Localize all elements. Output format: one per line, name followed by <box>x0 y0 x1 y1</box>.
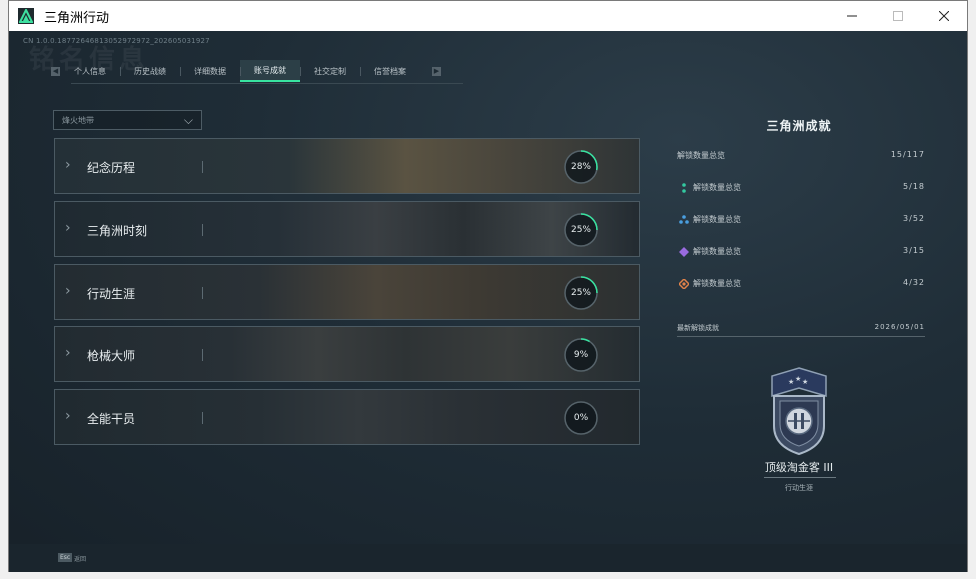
svg-text:★: ★ <box>802 378 808 386</box>
chevron-right-icon: › <box>65 283 71 299</box>
badge-category: 行动生涯 <box>785 484 813 492</box>
latest-unlock-header: 最新解锁成就 2026/05/01 <box>677 323 925 333</box>
total-unlock-row: 解锁数量总览 15/117 <box>677 150 925 164</box>
back-label[interactable]: 返回 <box>74 554 86 563</box>
category-background-image <box>55 327 639 381</box>
achievement-badge-icon[interactable]: ★ ★ ★ <box>766 366 832 456</box>
divider <box>202 349 203 361</box>
category-name: 纪念历程 <box>87 161 136 175</box>
category-background-image <box>55 265 639 319</box>
title-bar[interactable]: 三角洲行动 <box>9 1 967 31</box>
category-row[interactable]: › 全能干员 0% <box>54 389 640 445</box>
minimize-button[interactable] <box>829 1 875 31</box>
close-button[interactable] <box>921 1 967 31</box>
app-window: 三角洲行动 铭名信息 CN 1.0.0.18772646813052972972… <box>8 0 968 572</box>
category-background-image <box>55 390 639 444</box>
chevron-right-icon: › <box>65 157 71 173</box>
divider <box>677 336 925 337</box>
category-row[interactable]: › 行动生涯 25% <box>54 264 640 320</box>
latest-label: 最新解锁成就 <box>677 324 719 332</box>
chevron-right-icon: › <box>65 345 71 361</box>
tab-social[interactable]: 社交定制 <box>300 60 360 82</box>
badge-name: 顶级淘金客 III <box>764 461 834 474</box>
tier-unlock-row: 解锁数量总览 3/52 <box>677 214 925 228</box>
svg-text:★: ★ <box>795 375 801 383</box>
tab-prev-icon[interactable]: ◀ <box>51 66 60 76</box>
client-id-text: CN 1.0.0.18772646813052972972_2026050319… <box>23 37 210 45</box>
stat-value: 5/18 <box>903 182 925 191</box>
divider <box>202 224 203 236</box>
progress-percent: 28% <box>570 162 591 172</box>
tab-achievements[interactable]: 账号成就 <box>240 60 300 82</box>
svg-text:★: ★ <box>788 378 794 386</box>
stat-label: 解锁数量总览 <box>693 279 741 288</box>
game-view: 铭名信息 CN 1.0.0.18772646813052972972_20260… <box>9 31 967 572</box>
divider <box>202 287 203 299</box>
progress-percent: 9% <box>573 350 589 360</box>
progress-percent: 25% <box>570 225 591 235</box>
mode-dropdown-value: 烽火地带 <box>62 115 94 125</box>
stat-label: 解锁数量总览 <box>693 215 741 224</box>
tab-underline <box>71 83 463 84</box>
category-row[interactable]: › 三角洲时刻 25% <box>54 201 640 257</box>
progress-percent: 25% <box>570 288 591 298</box>
stat-label: 解锁数量总览 <box>693 183 741 192</box>
category-row[interactable]: › 纪念历程 28% <box>54 138 640 194</box>
chevron-down-icon: ⌵ <box>183 113 193 127</box>
progress-percent: 0% <box>573 413 589 423</box>
category-name: 行动生涯 <box>87 287 136 301</box>
divider <box>202 412 203 424</box>
category-name: 全能干员 <box>87 412 136 426</box>
divider <box>202 161 203 173</box>
chevron-right-icon: › <box>65 408 71 424</box>
purple-tier-icon <box>679 247 689 257</box>
tier-unlock-row: 解锁数量总览 5/18 <box>677 182 925 196</box>
tab-details[interactable]: 详细数据 <box>180 60 240 82</box>
tab-next-icon[interactable]: ▶ <box>432 66 441 76</box>
tab-reputation[interactable]: 信誉档案 <box>360 60 420 82</box>
chevron-right-icon: › <box>65 220 71 236</box>
stat-value: 3/15 <box>903 246 925 255</box>
footer-bar: Esc 返回 <box>9 544 967 572</box>
tier-unlock-row: 解锁数量总览 4/32 <box>677 278 925 292</box>
stat-value: 4/32 <box>903 278 925 287</box>
blue-tier-icon <box>679 215 689 224</box>
tier-unlock-row: 解锁数量总览 3/15 <box>677 246 925 260</box>
tab-bar: ◀ 个人信息 历史战绩 详细数据 账号成就 社交定制 信誉档案 ▶ <box>51 59 441 83</box>
stat-label: 解锁数量总览 <box>693 247 741 256</box>
category-name: 枪械大师 <box>87 349 136 363</box>
stat-label: 解锁数量总览 <box>677 151 725 160</box>
window-title: 三角洲行动 <box>44 10 110 26</box>
category-row[interactable]: › 枪械大师 9% <box>54 326 640 382</box>
maximize-button[interactable] <box>875 1 921 31</box>
category-background-image <box>55 139 639 193</box>
summary-title: 三角洲成就 <box>766 119 832 133</box>
category-name: 三角洲时刻 <box>87 224 148 238</box>
stat-value: 15/117 <box>890 150 925 159</box>
tab-personal-info[interactable]: 个人信息 <box>60 60 120 82</box>
tab-history[interactable]: 历史战绩 <box>120 60 180 82</box>
app-logo-icon <box>18 8 34 24</box>
divider <box>764 477 836 478</box>
stat-value: 3/52 <box>903 214 925 223</box>
mode-dropdown[interactable]: 烽火地带 ⌵ <box>53 110 202 130</box>
esc-key-hint[interactable]: Esc <box>58 553 73 562</box>
latest-date: 2026/05/01 <box>874 323 925 331</box>
orange-tier-icon <box>679 279 689 289</box>
green-tier-icon <box>682 183 686 193</box>
